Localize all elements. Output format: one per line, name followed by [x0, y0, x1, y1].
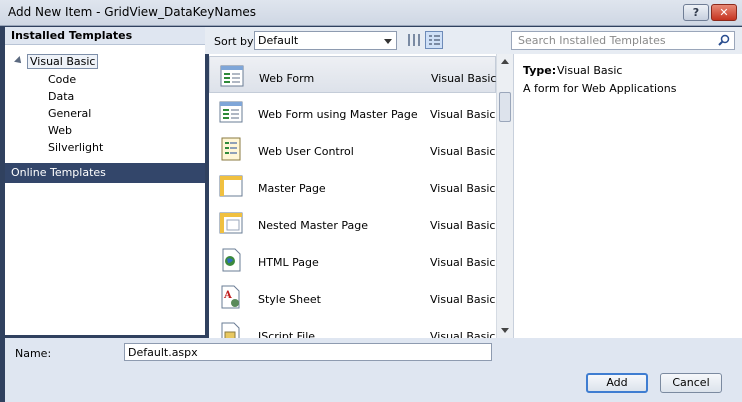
template-list-scrollbar[interactable]	[496, 54, 513, 338]
template-language: Visual Basic	[430, 145, 496, 158]
template-language: Visual Basic	[430, 182, 496, 195]
template-language: Visual Basic	[431, 72, 496, 85]
template-language: Visual Basic	[430, 293, 496, 306]
master-page-icon	[219, 175, 243, 197]
tree-item-silverlight[interactable]: Silverlight	[48, 141, 103, 154]
template-language: Visual Basic	[430, 108, 496, 121]
template-name: Master Page	[258, 182, 326, 195]
help-button[interactable]: ?	[683, 4, 709, 21]
name-input[interactable]	[124, 343, 492, 361]
sort-by-label: Sort by:	[214, 35, 257, 48]
close-button[interactable]: ✕	[711, 4, 737, 21]
tree-item-data[interactable]: Data	[48, 90, 74, 103]
online-templates-item[interactable]: Online Templates	[5, 163, 205, 183]
template-name: Web Form	[259, 72, 315, 85]
template-item-style-sheet[interactable]: A Style Sheet Visual Basic	[209, 278, 496, 315]
jscript-file-icon	[221, 322, 240, 338]
dialog-footer: Add Cancel	[5, 366, 742, 402]
template-name: Style Sheet	[258, 293, 321, 306]
template-language: Visual Basic	[430, 330, 496, 338]
add-button[interactable]: Add	[586, 373, 648, 393]
search-icon[interactable]	[718, 34, 730, 46]
tree-item-web[interactable]: Web	[48, 124, 72, 137]
tree-item-general[interactable]: General	[48, 107, 91, 120]
template-item-html-page[interactable]: HTML Page Visual Basic	[209, 241, 496, 278]
list-view-button[interactable]	[405, 31, 423, 49]
template-item-master-page[interactable]: Master Page Visual Basic	[209, 167, 496, 204]
style-sheet-icon: A	[221, 285, 240, 309]
scroll-down-icon[interactable]	[501, 328, 509, 333]
search-placeholder: Search Installed Templates	[518, 34, 666, 47]
template-item-nested-master-page[interactable]: Nested Master Page Visual Basic	[209, 204, 496, 241]
window-title: Add New Item - GridView_DataKeyNames	[8, 5, 257, 19]
template-language: Visual Basic	[430, 256, 496, 269]
scroll-up-icon[interactable]	[501, 59, 509, 64]
template-details-panel: Type: Visual Basic A form for Web Applic…	[513, 54, 742, 338]
template-item-web-form-master[interactable]: Web Form using Master Page Visual Basic	[209, 93, 496, 130]
title-bar: Add New Item - GridView_DataKeyNames ? ✕	[0, 0, 742, 26]
template-item-web-user-control[interactable]: Web User Control Visual Basic	[209, 130, 496, 167]
type-value: Visual Basic	[557, 64, 623, 77]
svg-text:A: A	[223, 290, 232, 301]
expand-arrow-icon[interactable]	[14, 56, 24, 66]
installed-templates-header[interactable]: Installed Templates	[5, 27, 205, 45]
sort-by-dropdown[interactable]: Default	[254, 31, 397, 50]
add-new-item-dialog: Add New Item - GridView_DataKeyNames ? ✕…	[0, 0, 742, 402]
template-language: Visual Basic	[430, 219, 496, 232]
template-list: Web Form Visual Basic Web Form using Mas…	[209, 54, 496, 338]
name-bar: Name:	[5, 338, 742, 366]
template-description: A form for Web Applications	[523, 82, 677, 95]
template-name: HTML Page	[258, 256, 319, 269]
web-form-icon	[220, 65, 244, 87]
type-label: Type:	[523, 64, 557, 77]
template-name: Web Form using Master Page	[258, 108, 418, 121]
template-item-web-form[interactable]: Web Form Visual Basic	[209, 56, 496, 93]
scroll-thumb[interactable]	[499, 92, 511, 122]
details-view-button[interactable]	[425, 31, 443, 49]
template-name: Nested Master Page	[258, 219, 368, 232]
name-label: Name:	[15, 347, 52, 360]
sort-by-value: Default	[258, 34, 299, 47]
search-templates-input[interactable]: Search Installed Templates	[511, 31, 735, 50]
template-toolbar: Sort by: Default Search Installed Templa…	[205, 27, 742, 54]
nested-master-page-icon	[219, 212, 243, 234]
template-name: Web User Control	[258, 145, 354, 158]
chevron-down-icon	[384, 39, 392, 44]
web-form-master-icon	[219, 101, 243, 123]
cancel-button[interactable]: Cancel	[660, 373, 722, 393]
tree-item-code[interactable]: Code	[48, 73, 76, 86]
template-item-jscript-file[interactable]: JScript File Visual Basic	[209, 315, 496, 338]
user-control-icon	[221, 137, 241, 161]
html-page-icon	[222, 248, 241, 272]
template-name: JScript File	[258, 330, 316, 338]
tree-item-visual-basic[interactable]: Visual Basic	[27, 54, 99, 69]
